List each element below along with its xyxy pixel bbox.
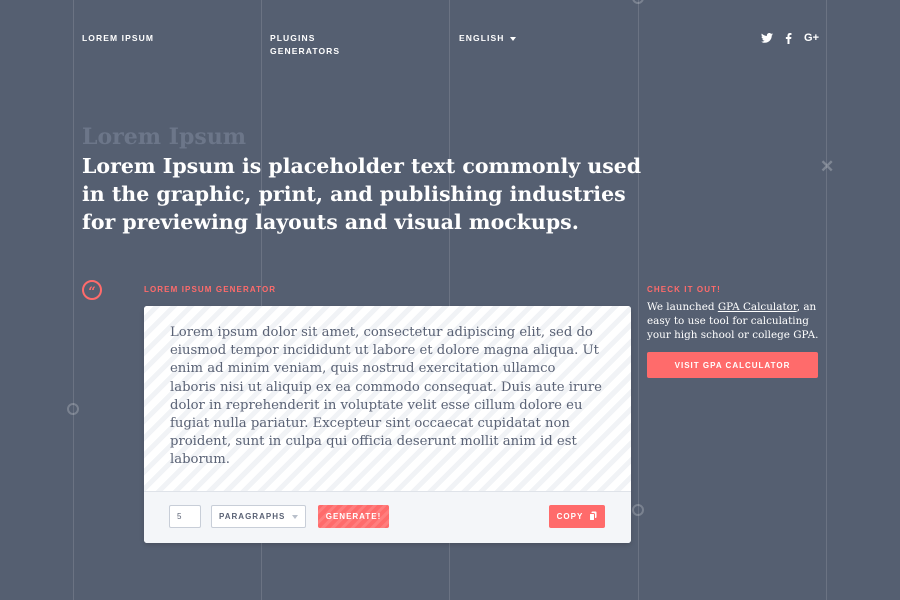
promo-label: CHECK IT OUT! <box>647 285 721 294</box>
chevron-down-icon <box>292 514 298 519</box>
decorative-circle <box>632 504 644 516</box>
paragraph-count-input[interactable] <box>169 505 201 528</box>
generator-card: Lorem ipsum dolor sit amet, consectetur … <box>144 306 631 543</box>
visit-gpa-calculator-button[interactable]: VISIT GPA CALCULATOR <box>647 352 818 378</box>
gpa-calculator-link[interactable]: GPA Calculator <box>718 301 797 313</box>
promo-text-start: We launched <box>647 301 718 313</box>
chevron-down-icon <box>510 36 517 41</box>
generated-text-area[interactable]: Lorem ipsum dolor sit amet, consectetur … <box>144 306 631 492</box>
nav-link-generators[interactable]: GENERATORS <box>270 45 340 58</box>
promo-text: We launched GPA Calculator, an easy to u… <box>647 300 819 342</box>
google-plus-icon[interactable]: G+ <box>804 32 819 44</box>
unit-select[interactable]: PARAGRAPHS <box>211 505 306 528</box>
copy-button[interactable]: COPY <box>549 505 605 528</box>
decorative-cross-icon: ✕ <box>820 157 835 176</box>
grid-line <box>73 0 74 600</box>
hero-title: Lorem Ipsum is placeholder text commonly… <box>82 154 642 234</box>
twitter-icon[interactable] <box>761 33 774 43</box>
brand-logo[interactable]: LOREM IPSUM <box>82 32 154 45</box>
nav-link-plugins[interactable]: PLUGINS <box>270 32 315 45</box>
facebook-icon[interactable] <box>785 32 792 44</box>
grid-line <box>826 0 827 600</box>
generator-toolbar: PARAGRAPHS GENERATE! COPY <box>144 492 631 543</box>
quote-icon: “ <box>82 280 102 300</box>
language-label: ENGLISH <box>459 33 505 43</box>
language-selector[interactable]: ENGLISH <box>459 32 517 45</box>
unit-select-label: PARAGRAPHS <box>219 512 286 521</box>
generator-section-label: LOREM IPSUM GENERATOR <box>144 285 277 294</box>
generate-button[interactable]: GENERATE! <box>318 505 389 528</box>
social-links: G+ <box>761 32 819 44</box>
copy-icon <box>589 511 597 523</box>
generated-text: Lorem ipsum dolor sit amet, consectetur … <box>170 325 602 468</box>
hero-ghost-title: Lorem Ipsum <box>82 124 247 150</box>
decorative-circle <box>67 403 79 415</box>
copy-label: COPY <box>556 512 584 521</box>
decorative-circle <box>632 0 644 4</box>
